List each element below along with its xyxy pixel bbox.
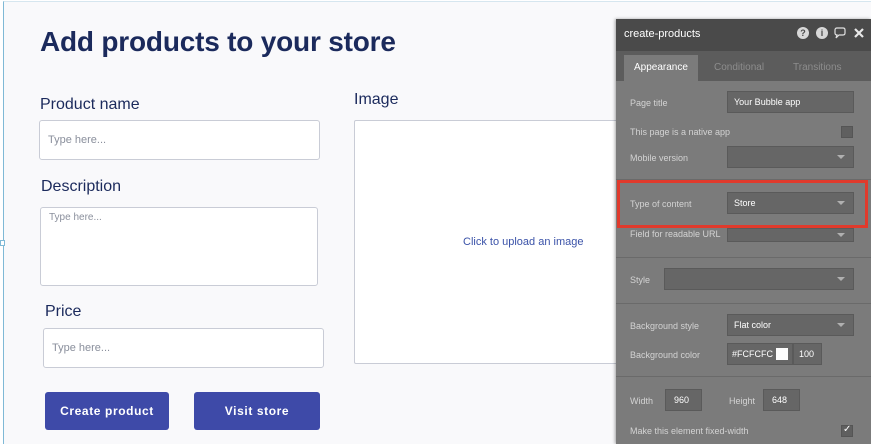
description-label: Description (41, 178, 122, 195)
tab-appearance[interactable]: Appearance (624, 55, 698, 81)
native-app-checkbox[interactable] (841, 126, 853, 138)
page-title-label: Page title (630, 98, 668, 108)
height-input[interactable]: 648 (763, 389, 800, 411)
width-label: Width (630, 396, 654, 406)
close-icon[interactable] (853, 27, 865, 39)
chat-icon[interactable] (834, 27, 846, 39)
divider (616, 376, 871, 377)
tab-transitions[interactable]: Transitions (783, 55, 852, 81)
readable-url-dropdown[interactable] (727, 228, 854, 242)
help-icon[interactable]: ? (797, 27, 809, 39)
price-input[interactable]: Type here... (43, 328, 324, 368)
image-label: Image (354, 91, 399, 108)
fixed-width-checkbox[interactable] (841, 424, 853, 437)
bg-opacity-input[interactable]: 100 (793, 343, 822, 365)
mobile-version-dropdown[interactable] (727, 146, 854, 168)
divider (616, 303, 871, 304)
create-product-button[interactable]: Create product (45, 392, 169, 430)
price-label: Price (45, 303, 82, 320)
product-name-input[interactable]: Type here... (39, 120, 320, 160)
bg-style-label: Background style (630, 321, 700, 331)
image-uploader[interactable]: Click to upload an image (354, 120, 644, 364)
readable-url-label: Field for readable URL (630, 229, 721, 239)
bg-style-dropdown[interactable]: Flat color (727, 314, 854, 336)
height-label: Height (729, 396, 756, 406)
upload-prompt: Click to upload an image (463, 236, 584, 248)
description-input[interactable]: Type here... (40, 207, 318, 286)
panel-title: create-products (624, 28, 701, 40)
property-editor-panel: create-products ? i Appearance Condition… (616, 19, 871, 444)
divider (616, 257, 871, 258)
highlight-box (617, 180, 868, 228)
page-title-input[interactable]: Your Bubble app (727, 91, 854, 113)
fixed-width-label: Make this element fixed-width (630, 426, 749, 436)
style-label: Style (630, 275, 651, 285)
native-app-label: This page is a native app (630, 127, 731, 137)
tab-conditional[interactable]: Conditional (704, 55, 774, 81)
product-name-label: Product name (40, 96, 140, 113)
bg-color-label: Background color (630, 350, 701, 360)
info-icon[interactable]: i (816, 27, 828, 39)
mobile-version-label: Mobile version (630, 153, 689, 163)
resize-handle[interactable] (0, 240, 5, 246)
panel-header: create-products ? i (616, 19, 871, 51)
width-input[interactable]: 960 (665, 389, 702, 411)
page-heading: Add products to your store (40, 26, 396, 57)
color-swatch[interactable] (776, 348, 788, 360)
panel-tabs: Appearance Conditional Transitions (616, 51, 871, 81)
visit-store-button[interactable]: Visit store (194, 392, 320, 430)
style-dropdown[interactable] (664, 268, 854, 290)
